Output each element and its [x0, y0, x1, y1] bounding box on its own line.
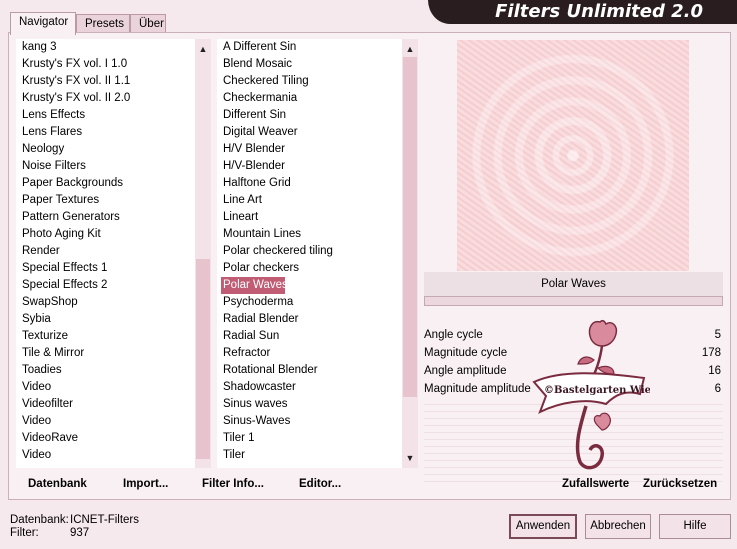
- filter-list-item[interactable]: Radial Sun: [217, 328, 402, 345]
- tab-uber[interactable]: Über: [130, 14, 166, 34]
- category-list-item[interactable]: Special Effects 2: [16, 277, 195, 294]
- category-list-item[interactable]: Tile & Mirror: [16, 345, 195, 362]
- scroll-thumb[interactable]: [196, 259, 210, 459]
- category-list-item[interactable]: Photo Aging Kit: [16, 226, 195, 243]
- reset-button[interactable]: Zurücksetzen: [643, 478, 717, 490]
- filter-list-item[interactable]: H/V Blender: [217, 141, 402, 158]
- filter-list[interactable]: A Different Sin Blend Mosaic Checkered Til…: [217, 39, 418, 468]
- category-list-item[interactable]: Videofilter: [16, 396, 195, 413]
- category-list-item[interactable]: Krusty's FX vol. I 1.0: [16, 56, 195, 73]
- category-list-item[interactable]: Video: [16, 413, 195, 430]
- category-list-item[interactable]: VideoRave: [16, 430, 195, 447]
- category-list-item[interactable]: Neology: [16, 141, 195, 158]
- category-list-item[interactable]: Krusty's FX vol. II 2.0: [16, 90, 195, 107]
- category-list-item[interactable]: kang 3: [16, 39, 195, 56]
- apply-button[interactable]: Anwenden: [509, 514, 577, 539]
- filter-list-item[interactable]: Shadowcaster: [217, 379, 402, 396]
- filter-list-item[interactable]: Checkered Tiling: [217, 73, 402, 90]
- category-list-item[interactable]: Video: [16, 379, 195, 396]
- status-db-value: ICNET-Filters: [70, 514, 139, 526]
- filter-progress-bar: [424, 296, 723, 306]
- filter-list-item[interactable]: H/V-Blender: [217, 158, 402, 175]
- bastelgarten-logo: ©Bastelgarten Wien: [532, 319, 650, 470]
- category-list-item[interactable]: Krusty's FX vol. II 1.1: [16, 73, 195, 90]
- help-button[interactable]: Hilfe: [659, 514, 731, 539]
- status-db-label: Datenbank:: [10, 514, 69, 526]
- random-values-button[interactable]: Zufallswerte: [562, 478, 629, 490]
- datenbank-button[interactable]: Datenbank: [28, 478, 87, 490]
- category-scrollbar[interactable]: ▲: [195, 39, 211, 468]
- param-label: Magnitude amplitude: [424, 383, 531, 395]
- param-label: Angle amplitude: [424, 365, 507, 377]
- status-filter-count: 937: [70, 527, 90, 539]
- cancel-button[interactable]: Abbrechen: [585, 514, 651, 539]
- category-list-item[interactable]: Lens Effects: [16, 107, 195, 124]
- filter-list-item[interactable]: Tiler: [217, 447, 402, 464]
- category-list-item[interactable]: Video: [16, 447, 195, 464]
- param-label: Angle cycle: [424, 329, 483, 341]
- filter-list-item[interactable]: Lineart: [217, 209, 402, 226]
- filter-list-item[interactable]: Sinus waves: [217, 396, 402, 413]
- filter-list-item[interactable]: Psychoderma: [217, 294, 402, 311]
- tab-presets[interactable]: Presets: [76, 14, 130, 34]
- param-value: 16: [708, 365, 721, 377]
- scroll-up-icon[interactable]: ▲: [195, 41, 211, 57]
- import-button[interactable]: Import...: [123, 478, 168, 490]
- tulip-flower-icon: [588, 319, 618, 347]
- category-list-items: kang 3 Krusty's FX vol. I 1.0 Krusty's FX …: [16, 39, 195, 468]
- filter-list-item[interactable]: Blend Mosaic: [217, 56, 402, 73]
- tab-navigator[interactable]: Navigator: [10, 12, 76, 35]
- filter-list-item[interactable]: Polar checkers: [217, 260, 402, 277]
- filter-list-item[interactable]: Polar Waves: [221, 277, 288, 294]
- category-list-item[interactable]: Pattern Generators: [16, 209, 195, 226]
- category-list-item[interactable]: Sybia: [16, 311, 195, 328]
- status-panel: Datenbank:ICNET-Filters Filter: 937: [10, 514, 139, 540]
- filter-list-item[interactable]: Digital Weaver: [217, 124, 402, 141]
- param-value: 5: [714, 329, 721, 341]
- category-list-item[interactable]: Noise Filters: [16, 158, 195, 175]
- category-list-item[interactable]: Lens Flares: [16, 124, 195, 141]
- param-label: Magnitude cycle: [424, 347, 508, 359]
- category-list-item[interactable]: Paper Textures: [16, 192, 195, 209]
- watermark-text: ©Bastelgarten Wien: [544, 385, 650, 396]
- tulip-leaf-icon: [577, 356, 595, 365]
- category-list-item[interactable]: Paper Backgrounds: [16, 175, 195, 192]
- filter-scrollbar[interactable]: ▲ ▼: [402, 39, 418, 468]
- editor-button[interactable]: Editor...: [299, 478, 341, 490]
- filter-list-item[interactable]: Checkermania: [217, 90, 402, 107]
- category-list-item[interactable]: Toadies: [16, 362, 195, 379]
- tulip-bud-icon: [593, 412, 611, 431]
- filter-list-items: A Different Sin Blend Mosaic Checkered Til…: [217, 39, 402, 468]
- filter-list-item[interactable]: Sinus-Waves: [217, 413, 402, 430]
- filter-list-item[interactable]: Tiler 1: [217, 430, 402, 447]
- category-list-item[interactable]: SwapShop: [16, 294, 195, 311]
- filter-list-item[interactable]: Line Art: [217, 192, 402, 209]
- param-value: 178: [701, 347, 721, 359]
- scroll-thumb[interactable]: [403, 57, 417, 397]
- filter-list-item[interactable]: A Different Sin: [217, 39, 402, 56]
- filter-list-item[interactable]: Halftone Grid: [217, 175, 402, 192]
- filter-info-button[interactable]: Filter Info...: [202, 478, 264, 490]
- category-list[interactable]: kang 3 Krusty's FX vol. I 1.0 Krusty's FX …: [16, 39, 211, 468]
- category-list-item[interactable]: Texturize: [16, 328, 195, 345]
- category-list-item[interactable]: Special Effects 1: [16, 260, 195, 277]
- filter-list-item[interactable]: Mountain Lines: [217, 226, 402, 243]
- category-list-item[interactable]: Render: [16, 243, 195, 260]
- param-value: 6: [714, 383, 721, 395]
- scroll-down-icon[interactable]: ▼: [402, 450, 418, 466]
- scroll-up-icon[interactable]: ▲: [402, 41, 418, 57]
- filter-list-item[interactable]: Radial Blender: [217, 311, 402, 328]
- filter-list-item[interactable]: Rotational Blender: [217, 362, 402, 379]
- preview-image: [457, 40, 689, 271]
- status-filter-label: Filter:: [10, 527, 39, 539]
- filter-list-item[interactable]: Different Sin: [217, 107, 402, 124]
- filter-list-item[interactable]: Refractor: [217, 345, 402, 362]
- filter-list-item[interactable]: Polar checkered tiling: [217, 243, 402, 260]
- app-title: Filters Unlimited 2.0: [428, 0, 737, 24]
- selected-filter-title: Polar Waves: [424, 272, 723, 296]
